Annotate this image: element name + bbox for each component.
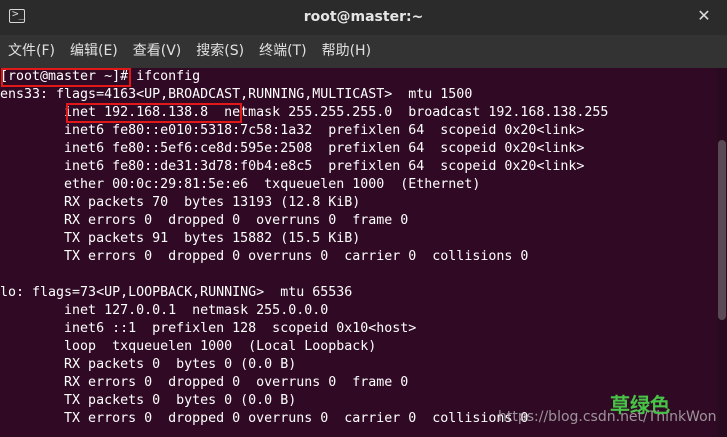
output-line: inet6 ::1 prefixlen 128 scopeid 0x10<hos… <box>0 321 417 336</box>
output-line: lo: flags=73<UP,LOOPBACK,RUNNING> mtu 65… <box>0 285 353 300</box>
shell-command: # ifconfig <box>120 69 201 84</box>
menu-edit[interactable]: 编辑(E) <box>66 35 122 68</box>
output-line: RX errors 0 dropped 0 overruns 0 frame 0 <box>0 375 409 390</box>
output-line: ether 00:0c:29:81:5e:e6 txqueuelen 1000 … <box>0 177 481 192</box>
menu-help[interactable]: 帮助(H) <box>318 35 375 68</box>
output-line: inet6 fe80::de31:3d78:f0b4:e8c5 prefixle… <box>0 159 585 174</box>
menu-search[interactable]: 搜索(S) <box>192 35 248 68</box>
output-line: inet6 fe80::e010:5318:7c58:1a32 prefixle… <box>0 123 585 138</box>
output-line: RX packets 0 bytes 0 (0.0 B) <box>0 357 297 372</box>
watermark-url: https://blog.csdn.net/ThinkWon <box>498 409 717 425</box>
menu-terminal[interactable]: 终端(T) <box>255 35 310 68</box>
terminal-output[interactable]: [root@master ~]# ifconfig ens33: flags=4… <box>0 68 717 437</box>
ip-highlight-box <box>66 103 242 123</box>
output-line: loop txqueuelen 1000 (Local Loopback) <box>0 339 377 354</box>
prompt-highlight-box <box>1 68 131 87</box>
window-title: root@master:~ <box>303 9 424 25</box>
output-line: RX packets 70 bytes 13193 (12.8 KiB) <box>0 195 361 210</box>
output-line: ens33: flags=4163<UP,BROADCAST,RUNNING,M… <box>0 87 473 102</box>
output-line: TX packets 91 bytes 15882 (15.5 KiB) <box>0 231 361 246</box>
title-bar: >_ root@master:~ ✕ <box>0 0 727 35</box>
scrollbar-thumb[interactable] <box>718 140 726 320</box>
output-line: TX errors 0 dropped 0 overruns 0 carrier… <box>0 249 529 264</box>
output-line: TX packets 0 bytes 0 (0.0 B) <box>0 393 297 408</box>
menu-file[interactable]: 文件(F) <box>4 35 59 68</box>
output-line: TX errors 0 dropped 0 overruns 0 carrier… <box>0 411 529 426</box>
output-line: RX errors 0 dropped 0 overruns 0 frame 0 <box>0 213 409 228</box>
watermark-logo: 草绿色 <box>610 393 670 417</box>
menu-view[interactable]: 查看(V) <box>129 35 186 68</box>
scrollbar[interactable] <box>717 68 727 437</box>
output-line: inet6 fe80::5ef6:ce8d:595e:2508 prefixle… <box>0 141 585 156</box>
menu-bar: 文件(F) 编辑(E) 查看(V) 搜索(S) 终端(T) 帮助(H) <box>0 35 727 68</box>
output-line: inet 127.0.0.1 netmask 255.0.0.0 <box>0 303 329 318</box>
close-icon[interactable]: ✕ <box>694 6 714 26</box>
